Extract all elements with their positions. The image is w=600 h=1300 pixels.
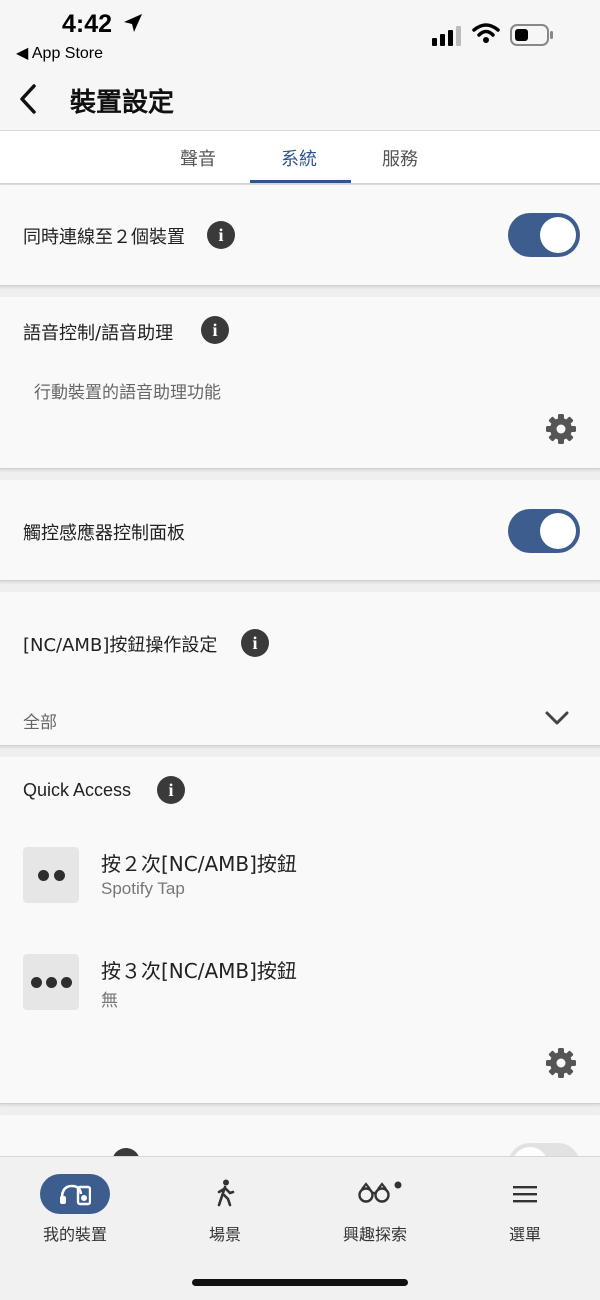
quick-access-label: Quick Access: [23, 780, 132, 800]
chevron-down-icon: [545, 711, 569, 725]
tab-service[interactable]: 服務: [382, 145, 418, 171]
nc-amb-card: [NC/AMB]按鈕操作設定 i 全部: [0, 592, 600, 746]
touch-panel-label: 觸控感應器控制面板: [23, 523, 185, 544]
binoculars-icon: [358, 1181, 402, 1203]
info-icon[interactable]: i: [157, 776, 185, 804]
toggle-knob: [540, 217, 576, 253]
nc-amb-dropdown[interactable]: 全部: [0, 692, 600, 745]
bottom-nav-label: 選單: [508, 1225, 541, 1244]
info-icon[interactable]: i: [241, 629, 269, 657]
back-to-app-store-link[interactable]: ◀ App Store: [16, 43, 103, 63]
toggle-knob: [540, 513, 576, 549]
hamburger-menu-icon: [513, 1186, 537, 1203]
quick-access-item-double-press[interactable]: 按２次[NC/AMB]按鈕 Spotify Tap: [0, 837, 600, 917]
quick-access-item-triple-press[interactable]: 按３次[NC/AMB]按鈕 無: [0, 944, 600, 1024]
bottom-nav-label: 我的裝置: [42, 1225, 107, 1244]
gear-icon[interactable]: [545, 413, 577, 445]
touch-panel-toggle[interactable]: [508, 509, 580, 553]
home-indicator[interactable]: [192, 1279, 408, 1286]
bottom-nav-label: 場景: [208, 1225, 241, 1244]
double-dot-icon: [23, 847, 79, 903]
info-icon[interactable]: i: [207, 221, 235, 249]
nav-header: 裝置設定: [0, 70, 600, 131]
quick-access-card: Quick Access i 按２次[NC/AMB]按鈕 Spotify Tap…: [0, 757, 600, 1104]
bottom-nav-label: 興趣探索: [342, 1225, 407, 1244]
location-arrow-icon: [124, 14, 142, 32]
dual-connect-toggle[interactable]: [508, 213, 580, 257]
nc-amb-selected-value: 全部: [23, 713, 57, 733]
tab-sound[interactable]: 聲音: [180, 145, 216, 171]
touch-panel-card: 觸控感應器控制面板: [0, 480, 600, 581]
quick-access-item-value: 無: [101, 991, 118, 1011]
dual-connect-card: 同時連線至２個裝置 i: [0, 185, 600, 286]
triple-dot-icon: [23, 954, 79, 1010]
voice-assistant-label: 語音控制/語音助理: [23, 323, 174, 344]
bottom-nav-scenes[interactable]: 場景: [150, 1157, 300, 1257]
bottom-nav-discover[interactable]: 興趣探索: [300, 1157, 450, 1257]
cellular-signal-icon: [432, 26, 461, 46]
page-title: 裝置設定: [70, 88, 175, 118]
quick-access-item-value: Spotify Tap: [101, 879, 185, 898]
status-time: 4:42: [62, 10, 113, 38]
walking-person-icon: [217, 1179, 235, 1207]
battery-icon: [510, 24, 553, 46]
active-tab-indicator: [250, 180, 351, 183]
headphones-device-icon: [60, 1184, 91, 1206]
info-icon[interactable]: i: [201, 316, 229, 344]
quick-access-item-title: 按２次[NC/AMB]按鈕: [101, 852, 297, 876]
back-chevron-icon[interactable]: [14, 80, 44, 118]
voice-assistant-card: 語音控制/語音助理 i 行動裝置的語音助理功能: [0, 297, 600, 469]
status-bar: 4:42 ◀ App Store: [0, 0, 600, 70]
wifi-icon: [472, 23, 500, 43]
dual-connect-label: 同時連線至２個裝置: [23, 227, 185, 248]
bottom-nav-my-device[interactable]: 我的裝置: [0, 1157, 150, 1257]
bottom-nav-menu[interactable]: 選單: [450, 1157, 600, 1257]
gear-icon[interactable]: [545, 1047, 577, 1079]
tab-bar: 聲音 系統 服務: [0, 131, 600, 184]
nc-amb-label: [NC/AMB]按鈕操作設定: [23, 635, 218, 656]
tab-system[interactable]: 系統: [281, 145, 317, 171]
quick-access-item-title: 按３次[NC/AMB]按鈕: [101, 959, 297, 983]
voice-assistant-value: 行動裝置的語音助理功能: [34, 383, 221, 403]
